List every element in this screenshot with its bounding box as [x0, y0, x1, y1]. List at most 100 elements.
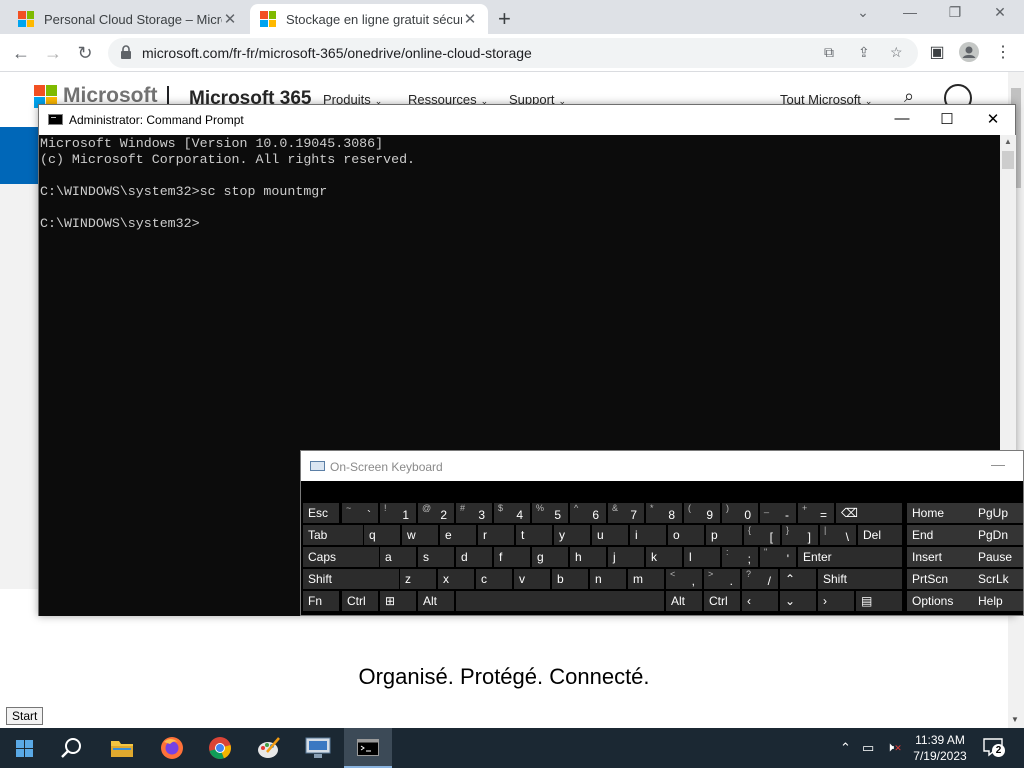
key-b[interactable]: b: [552, 569, 588, 589]
scrollbar-thumb[interactable]: [1002, 151, 1014, 169]
paint-icon[interactable]: [257, 736, 281, 763]
key-options[interactable]: Options: [907, 591, 973, 611]
key-symbol[interactable]: ⌫: [836, 503, 902, 523]
key-scrlk[interactable]: ScrLk: [973, 569, 1023, 589]
sidebar-icon[interactable]: ▣: [926, 42, 948, 62]
menu-icon[interactable]: ⋮: [992, 42, 1014, 62]
key-y[interactable]: y: [554, 525, 590, 545]
key-symbol[interactable]: ? /: [742, 569, 778, 589]
key-7[interactable]: & 7: [608, 503, 644, 523]
key-alt[interactable]: Alt: [666, 591, 702, 611]
key-2[interactable]: @2: [418, 503, 454, 523]
scroll-down-icon[interactable]: ▼: [1011, 715, 1019, 724]
clock[interactable]: 11:39 AM 7/19/2023: [910, 732, 970, 764]
key-p[interactable]: p: [706, 525, 742, 545]
key-symbol[interactable]: _ -: [760, 503, 796, 523]
key-6[interactable]: ^ 6: [570, 503, 606, 523]
key-prtscn[interactable]: PrtScn: [907, 569, 973, 589]
key-esc[interactable]: Esc: [303, 503, 339, 523]
key-r[interactable]: r: [478, 525, 514, 545]
key-v[interactable]: v: [514, 569, 550, 589]
key-0[interactable]: ) 0: [722, 503, 758, 523]
reload-button[interactable]: ↻: [72, 40, 98, 66]
notification-center-button[interactable]: 2: [982, 737, 1006, 757]
key-symbol[interactable]: ▤: [856, 591, 902, 611]
tab-search-icon[interactable]: ⌄: [843, 4, 883, 21]
key-caps[interactable]: Caps: [303, 547, 379, 567]
key-1[interactable]: ! 1: [380, 503, 416, 523]
key-del[interactable]: Del: [858, 525, 902, 545]
key-symbol[interactable]: ›: [818, 591, 854, 611]
cmd-titlebar[interactable]: Administrator: Command Prompt — ☐ ✕: [39, 105, 1015, 135]
volume-muted-icon[interactable]: 🕨✕: [886, 739, 902, 755]
key-3[interactable]: #3: [456, 503, 492, 523]
key-symbol[interactable]: >.: [704, 569, 740, 589]
key-ctrl[interactable]: Ctrl: [342, 591, 378, 611]
key-f[interactable]: f: [494, 547, 530, 567]
window-minimize-button[interactable]: —: [890, 4, 930, 20]
key-pgup[interactable]: PgUp: [973, 503, 1023, 523]
key-fn[interactable]: Fn: [303, 591, 339, 611]
key-shift[interactable]: Shift: [818, 569, 902, 589]
key-c[interactable]: c: [476, 569, 512, 589]
cmd-taskbar-button[interactable]: [344, 728, 392, 768]
back-button[interactable]: ←: [8, 40, 34, 66]
key-d[interactable]: d: [456, 547, 492, 567]
key-insert[interactable]: Insert: [907, 547, 973, 567]
key-tab[interactable]: Tab: [303, 525, 363, 545]
cmd-close-button[interactable]: ✕: [978, 110, 1008, 128]
share-icon[interactable]: ⇪: [858, 44, 870, 61]
key-space[interactable]: [456, 591, 664, 611]
start-button[interactable]: [0, 728, 48, 768]
address-bar[interactable]: microsoft.com/fr-fr/microsoft-365/onedri…: [108, 38, 918, 68]
key-symbol[interactable]: ⊞: [380, 591, 416, 611]
key-enter[interactable]: Enter: [798, 547, 902, 567]
translate-icon[interactable]: ⧉: [824, 44, 834, 61]
key-x[interactable]: x: [438, 569, 474, 589]
profile-icon[interactable]: [958, 42, 980, 67]
cmd-maximize-button[interactable]: ☐: [932, 110, 962, 128]
key-5[interactable]: % 5: [532, 503, 568, 523]
key-u[interactable]: u: [592, 525, 628, 545]
window-restore-button[interactable]: ❐: [935, 4, 975, 21]
key-help[interactable]: Help: [973, 591, 1023, 611]
key-symbol[interactable]: + =: [798, 503, 834, 523]
key-shift[interactable]: Shift: [303, 569, 399, 589]
key-m[interactable]: m: [628, 569, 664, 589]
show-hidden-icons-chevron-icon[interactable]: ⌃: [840, 740, 851, 756]
key-symbol[interactable]: ‹: [742, 591, 778, 611]
key-q[interactable]: q: [364, 525, 400, 545]
osk-minimize-button[interactable]: —: [991, 456, 1005, 472]
key-l[interactable]: l: [684, 547, 720, 567]
key-ctrl[interactable]: Ctrl: [704, 591, 740, 611]
key-end[interactable]: End: [907, 525, 973, 545]
key-z[interactable]: z: [400, 569, 436, 589]
new-tab-button[interactable]: +: [498, 6, 511, 32]
firefox-icon[interactable]: [160, 736, 184, 763]
key-symbol[interactable]: {[: [744, 525, 780, 545]
key-h[interactable]: h: [570, 547, 606, 567]
key-w[interactable]: w: [402, 525, 438, 545]
key-o[interactable]: o: [668, 525, 704, 545]
scroll-up-icon[interactable]: ▲: [1004, 137, 1012, 146]
key-n[interactable]: n: [590, 569, 626, 589]
key-alt[interactable]: Alt: [418, 591, 454, 611]
key-t[interactable]: t: [516, 525, 552, 545]
key-symbol[interactable]: ⌃: [780, 569, 816, 589]
key-symbol[interactable]: " ': [760, 547, 796, 567]
url-text[interactable]: microsoft.com/fr-fr/microsoft-365/onedri…: [142, 45, 532, 61]
key-symbol[interactable]: :;: [722, 547, 758, 567]
key-8[interactable]: * 8: [646, 503, 682, 523]
key-symbol[interactable]: ⌄: [780, 591, 816, 611]
lock-icon[interactable]: [120, 45, 132, 59]
key-a[interactable]: a: [380, 547, 416, 567]
key-g[interactable]: g: [532, 547, 568, 567]
tab-personal-cloud-storage[interactable]: Personal Cloud Storage – Micros ✕: [8, 4, 248, 34]
key-pgdn[interactable]: PgDn: [973, 525, 1023, 545]
tab-close-icon[interactable]: ✕: [462, 10, 478, 28]
search-icon[interactable]: [60, 736, 84, 763]
chrome-icon[interactable]: [208, 736, 232, 763]
key-e[interactable]: e: [440, 525, 476, 545]
key-symbol[interactable]: }]: [782, 525, 818, 545]
key-symbol[interactable]: | \: [820, 525, 856, 545]
